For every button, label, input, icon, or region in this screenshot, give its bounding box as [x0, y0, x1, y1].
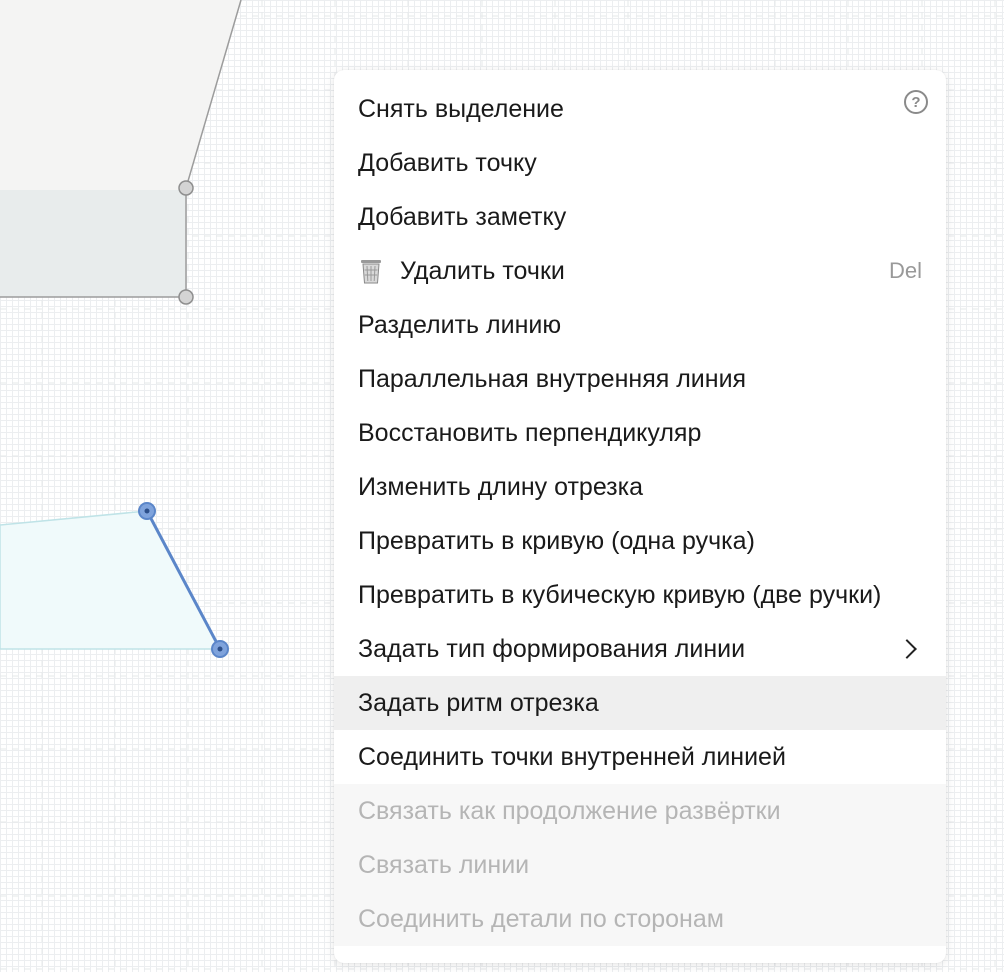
- lower-piece[interactable]: [0, 510, 222, 650]
- menu-item-label: Связать как продолжение развёртки: [358, 796, 781, 825]
- menu-item[interactable]: Удалить точки Del: [334, 244, 946, 298]
- menu-item-label: Связать линии: [358, 850, 530, 879]
- menu-item-label: Превратить в кривую (одна ручка): [358, 526, 755, 555]
- menu-item-label: Параллельная внутренняя линия: [358, 364, 747, 393]
- menu-item-label: Добавить заметку: [358, 202, 567, 231]
- selected-point-2-center: [217, 646, 223, 652]
- menu-item[interactable]: Восстановить перпендикуляр: [334, 406, 946, 460]
- menu-item[interactable]: Добавить точку: [334, 136, 946, 190]
- menu-item-label: Задать тип формирования линии: [358, 634, 746, 663]
- menu-item-label: Удалить точки: [400, 256, 565, 285]
- trash-icon: [361, 260, 381, 284]
- menu-item[interactable]: Снять выделение: [334, 82, 946, 136]
- menu-item-label: Снять выделение: [358, 94, 564, 123]
- menu-item[interactable]: Изменить длину отрезка: [334, 460, 946, 514]
- menu-item[interactable]: Задать ритм отрезка: [334, 676, 946, 730]
- shortcut-hint: Del: [888, 258, 922, 283]
- selected-point-1-center: [144, 508, 150, 514]
- menu-item-label: Задать ритм отрезка: [358, 688, 599, 717]
- menu-item-label: Восстановить перпендикуляр: [358, 418, 702, 447]
- menu-item-label: Разделить линию: [358, 310, 562, 339]
- menu-item-label: Добавить точку: [358, 148, 537, 177]
- menu-item[interactable]: Соединить точки внутренней линией: [334, 730, 946, 784]
- menu-item[interactable]: Разделить линию: [334, 298, 946, 352]
- menu-item-label: Соединить точки внутренней линией: [358, 742, 786, 771]
- upper-piece-inner: [0, 190, 186, 297]
- menu-item: Соединить детали по сторонам: [334, 892, 946, 946]
- menu-item[interactable]: Задать тип формирования линии: [334, 622, 946, 676]
- menu-item[interactable]: Параллельная внутренняя линия: [334, 352, 946, 406]
- menu-item-label: Изменить длину отрезка: [358, 472, 644, 501]
- menu-item[interactable]: Превратить в кубическую кривую (две ручк…: [334, 568, 946, 622]
- context-menu: ? Снять выделение Добавить точку Добавить …: [334, 70, 946, 963]
- menu-item-label: Соединить детали по сторонам: [358, 904, 724, 933]
- chevron-right-icon: [897, 639, 917, 659]
- upper-point-1[interactable]: [178, 180, 194, 196]
- menu-item-label: Превратить в кубическую кривую (две ручк…: [358, 580, 882, 609]
- menu-item[interactable]: Превратить в кривую (одна ручка): [334, 514, 946, 568]
- upper-point-2[interactable]: [178, 289, 194, 305]
- menu-item: Связать как продолжение развёртки: [334, 784, 946, 838]
- menu-item[interactable]: Добавить заметку: [334, 190, 946, 244]
- menu-item: Связать линии: [334, 838, 946, 892]
